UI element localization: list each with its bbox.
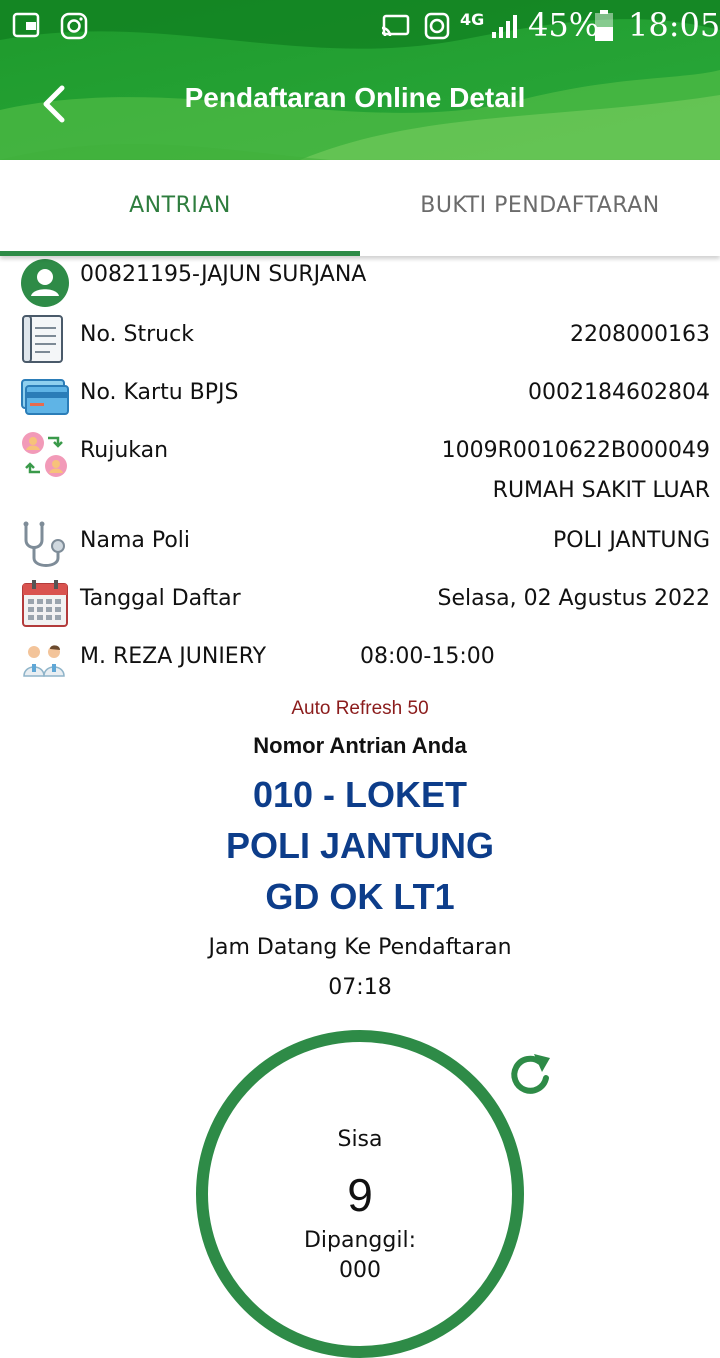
active-tab-indicator	[0, 251, 360, 256]
doctor-name: M. REZA JUNIERY	[80, 644, 267, 669]
patient-row: 00821195-JAJUN SURJANA	[0, 256, 720, 308]
cast-icon	[381, 14, 410, 37]
called-label: Dipanggil:	[303, 1228, 416, 1253]
instagram-icon	[60, 12, 88, 40]
doctor-schedule: 08:00-15:00	[360, 644, 495, 669]
battery-percent: 45%	[528, 6, 600, 44]
sync-icon	[424, 12, 450, 40]
tab-antrian[interactable]: ANTRIAN	[0, 160, 360, 256]
signal-icon	[492, 15, 517, 38]
arrival-time: 07:18	[328, 975, 392, 1000]
network-type: 4G	[460, 10, 485, 29]
auto-refresh-label: Auto Refresh 50	[291, 698, 429, 719]
bpjs-value: 0002184602804	[528, 380, 710, 405]
rujukan-source: RUMAH SAKIT LUAR	[492, 478, 710, 503]
tab-bukti-pendaftaran[interactable]: BUKTI PENDAFTARAN	[360, 160, 720, 256]
app-header: 4G 45% 18:05 Pendaftaran Online Detail	[0, 0, 720, 160]
bpjs-label: No. Kartu BPJS	[80, 380, 239, 405]
clock: 18:05	[628, 6, 720, 44]
queue-number: 010 - LOKET	[252, 774, 468, 815]
poli-value: POLI JANTUNG	[553, 528, 710, 553]
battery-icon	[595, 10, 613, 41]
remaining-value: 9	[347, 1169, 373, 1221]
poli-label: Nama Poli	[80, 528, 191, 553]
tanggal-row: Tanggal Daftar Selasa, 02 Agustus 2022	[0, 578, 720, 630]
calendar-icon	[22, 580, 68, 627]
patient-name: 00821195-JAJUN SURJANA	[80, 262, 367, 287]
queue-poli: POLI JANTUNG	[225, 825, 494, 866]
stethoscope-icon	[23, 521, 65, 567]
tab-bar: ANTRIAN BUKTI PENDAFTARAN	[0, 160, 720, 256]
rujukan-value: 1009R0010622B000049	[441, 438, 710, 463]
status-bar: 4G 45% 18:05	[0, 0, 720, 54]
referral-icon	[22, 432, 67, 477]
doctor-row: M. REZA JUNIERY 08:00-15:00	[0, 636, 720, 688]
doctors-icon	[23, 645, 65, 677]
bpjs-row: No. Kartu BPJS 0002184602804	[0, 372, 720, 424]
user-avatar-icon	[21, 259, 69, 307]
notification-icon	[12, 12, 40, 38]
refresh-icon[interactable]	[504, 1048, 558, 1102]
called-value: 000	[339, 1258, 381, 1283]
card-icon	[21, 379, 69, 415]
poli-row: Nama Poli POLI JANTUNG	[0, 520, 720, 572]
struck-value: 2208000163	[570, 322, 710, 347]
struck-label: No. Struck	[80, 322, 194, 347]
queue-location: GD OK LT1	[265, 876, 455, 917]
struck-row: No. Struck 2208000163	[0, 314, 720, 366]
receipt-icon	[22, 315, 63, 363]
rujukan-label: Rujukan	[80, 438, 169, 463]
tanggal-label: Tanggal Daftar	[80, 586, 241, 611]
page-title: Pendaftaran Online Detail	[184, 82, 526, 113]
arrival-label: Jam Datang Ke Pendaftaran	[208, 935, 512, 960]
rujukan-row: Rujukan 1009R0010622B000049	[0, 430, 720, 482]
queue-title: Nomor Antrian Anda	[253, 733, 467, 758]
tanggal-value: Selasa, 02 Agustus 2022	[437, 586, 710, 611]
remaining-label: Sisa	[337, 1127, 383, 1152]
